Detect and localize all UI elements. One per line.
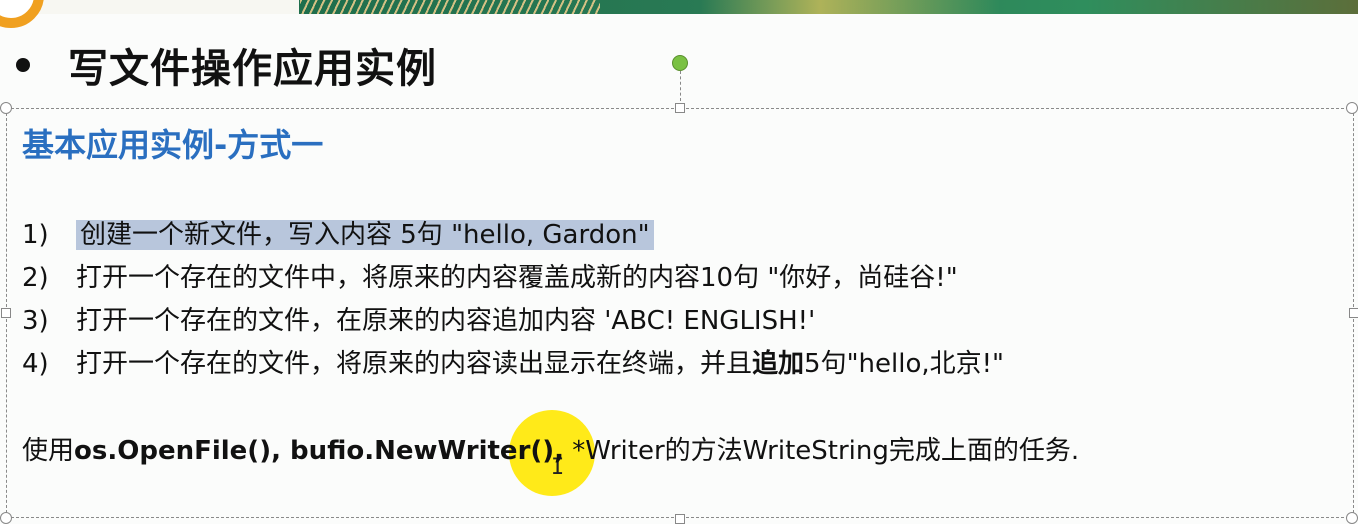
resize-handle-left[interactable] (1, 308, 11, 318)
resize-handle-top[interactable] (675, 103, 685, 113)
resize-handle-top-left[interactable] (0, 102, 12, 114)
footer-code: os.OpenFile(), bufio.NewWriter(), (74, 436, 565, 466)
footer-instruction[interactable]: 使用os.OpenFile(), bufio.NewWriter(), *Wri… (22, 430, 1079, 467)
task-text[interactable]: 打开一个存在的文件中，将原来的内容覆盖成新的内容10句 "你好，尚硅谷!" (76, 263, 958, 293)
task-text-bold[interactable]: 追加 (752, 349, 804, 379)
task-number: 3) (22, 306, 49, 336)
rotation-connector (680, 71, 681, 101)
resize-handle-bottom-right[interactable] (1346, 512, 1358, 524)
task-item-4[interactable]: 4) 打开一个存在的文件，将原来的内容读出显示在终端，并且追加5句"hello,北… (22, 343, 1004, 380)
slide-heading: 写文件操作应用实例 (68, 46, 437, 92)
resize-handle-right[interactable] (1349, 308, 1358, 318)
banner-decoration (300, 0, 600, 14)
task-text[interactable]: 打开一个存在的文件，在原来的内容追加内容 'ABC! ENGLISH!' (76, 306, 815, 336)
task-text-tail[interactable]: 5句"hello,北京!" (804, 349, 1004, 379)
header-banner (0, 0, 1358, 14)
resize-handle-top-right[interactable] (1346, 102, 1358, 114)
rotation-handle-icon[interactable] (672, 55, 688, 71)
resize-handle-bottom[interactable] (675, 514, 685, 524)
resize-handle-bottom-left[interactable] (0, 512, 12, 524)
footer-suffix: *Writer的方法WriteString完成上面的任务. (564, 436, 1080, 466)
task-number: 4) (22, 349, 49, 379)
banner-swoosh (700, 0, 1000, 14)
task-text-selected[interactable]: 创建一个新文件，写入内容 5句 "hello, Gardon" (76, 220, 654, 250)
slide-canvas: 写文件操作应用实例 基本应用实例-方式一 1) 创建一个新文件，写入内容 5句 "… (0, 0, 1358, 524)
logo-icon (0, 0, 44, 28)
task-item-3[interactable]: 3) 打开一个存在的文件，在原来的内容追加内容 'ABC! ENGLISH!' (22, 300, 815, 337)
section-subtitle[interactable]: 基本应用实例-方式一 (22, 120, 323, 166)
task-item-1[interactable]: 1) 创建一个新文件，写入内容 5句 "hello, Gardon" (22, 214, 654, 251)
task-number: 1) (22, 220, 49, 250)
task-text[interactable]: 打开一个存在的文件，将原来的内容读出显示在终端，并且 (76, 349, 752, 379)
task-number: 2) (22, 263, 49, 293)
footer-prefix: 使用 (22, 436, 75, 466)
task-item-2[interactable]: 2) 打开一个存在的文件中，将原来的内容覆盖成新的内容10句 "你好，尚硅谷!" (22, 257, 958, 294)
bullet-icon (16, 58, 30, 72)
